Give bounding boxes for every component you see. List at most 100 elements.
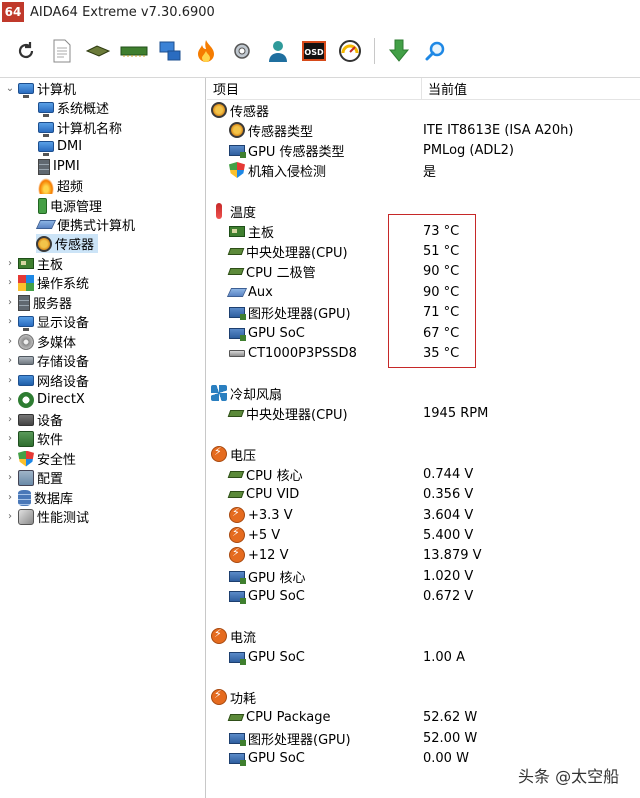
tree-item-overclock[interactable]: 超频 <box>38 176 83 195</box>
expand-icon[interactable]: › <box>4 394 16 406</box>
collapse-icon[interactable]: ⌄ <box>4 83 16 95</box>
expand-icon[interactable]: › <box>4 453 16 465</box>
row-value: 0.672 V <box>423 588 474 604</box>
table-row[interactable]: 中央处理器(CPU) <box>227 241 348 261</box>
tree-item-computer[interactable]: ⌄ 计算机 <box>4 79 76 98</box>
current-icon <box>211 627 227 644</box>
table-row[interactable]: CPU Package <box>227 707 331 727</box>
expand-icon[interactable]: › <box>4 277 16 289</box>
column-header-item[interactable]: 项目 <box>213 79 239 98</box>
tree-item-devices[interactable]: › 设备 <box>4 410 63 429</box>
tree-item-power-management[interactable]: 电源管理 <box>38 196 102 215</box>
expand-icon[interactable]: › <box>4 511 16 523</box>
table-row[interactable]: CPU 核心 <box>227 464 303 484</box>
user-button[interactable] <box>260 33 296 69</box>
table-row[interactable]: GPU SoC <box>229 586 305 606</box>
expand-icon[interactable]: › <box>4 414 16 426</box>
tree-item-storage[interactable]: › 存储设备 <box>4 351 89 370</box>
tree-item-multimedia[interactable]: › 多媒体 <box>4 332 76 351</box>
shield-icon <box>229 162 245 178</box>
table-row[interactable]: GPU SoC <box>229 748 305 768</box>
search-button[interactable] <box>417 33 453 69</box>
tree-item-operating-system[interactable]: › 操作系统 <box>4 273 89 292</box>
tree-item-label: 安全性 <box>37 453 77 468</box>
tree-item-directx[interactable]: › DirectX <box>4 390 85 409</box>
windows-icon <box>18 274 34 291</box>
expand-icon[interactable]: › <box>4 472 16 484</box>
watermark: 头条 @太空船 <box>518 767 620 786</box>
gauge-button[interactable] <box>332 33 368 69</box>
expand-icon[interactable]: › <box>4 336 16 348</box>
table-row[interactable]: 中央处理器(CPU) <box>227 403 348 423</box>
tree-item-sensors[interactable]: 传感器 <box>36 234 99 253</box>
row-label: +3.3 V <box>248 507 293 523</box>
table-row[interactable]: 传感器类型 <box>229 120 313 140</box>
tree-item-label: 系统概述 <box>57 102 110 117</box>
table-row[interactable]: 图形处理器(GPU) <box>229 302 351 322</box>
cpu-icon <box>227 713 245 721</box>
tree-item-ipmi[interactable]: IPMI <box>38 157 80 176</box>
expand-icon[interactable]: › <box>4 258 16 270</box>
tree-item-computer-name[interactable]: 计算机名称 <box>38 118 122 137</box>
temperature-highlight-box <box>388 214 476 368</box>
benchmark-icon <box>18 508 34 525</box>
refresh-button[interactable] <box>8 33 44 69</box>
table-row[interactable]: +12 V <box>229 545 288 565</box>
tree-item-portable-computer[interactable]: 便携式计算机 <box>35 215 135 234</box>
table-row[interactable]: +3.3 V <box>229 505 293 525</box>
table-row[interactable]: CPU 二极管 <box>227 261 316 281</box>
osd-button[interactable]: OSD <box>296 33 332 69</box>
computer-icon <box>38 102 54 117</box>
network-button[interactable] <box>152 33 188 69</box>
tree-item-system-overview[interactable]: 系统概述 <box>38 98 109 117</box>
tree-item-display[interactable]: › 显示设备 <box>4 312 89 331</box>
tree-item-motherboard[interactable]: › 主板 <box>4 254 63 273</box>
section-header-voltage: 电压 <box>211 444 256 464</box>
expand-icon[interactable]: › <box>4 355 16 367</box>
device-icon <box>18 413 34 426</box>
report-button[interactable] <box>44 33 80 69</box>
tree-item-dmi[interactable]: DMI <box>38 137 82 156</box>
section-header-fans: 冷却风扇 <box>211 383 282 403</box>
directx-icon <box>18 391 34 408</box>
tree-item-server[interactable]: › 服务器 <box>4 293 72 312</box>
table-row[interactable]: CT1000P3PSSD8 <box>229 343 357 363</box>
tree-item-network[interactable]: › 网络设备 <box>4 371 89 390</box>
table-row[interactable]: GPU SoC <box>229 323 305 343</box>
overclock-button[interactable] <box>188 33 224 69</box>
row-value: 13.879 V <box>423 547 482 563</box>
tree-item-software[interactable]: › 软件 <box>4 429 63 448</box>
tree-item-label: 多媒体 <box>37 336 77 351</box>
expand-icon[interactable]: › <box>4 297 16 309</box>
table-row[interactable]: GPU 核心 <box>229 566 306 586</box>
table-row[interactable]: CPU VID <box>227 484 299 504</box>
table-row[interactable]: 主板 <box>229 221 274 241</box>
tree-item-security[interactable]: › 安全性 <box>4 449 76 468</box>
update-button[interactable] <box>381 33 417 69</box>
tree-item-database[interactable]: › 数据库 <box>4 488 73 507</box>
table-row[interactable]: 机箱入侵检测 <box>229 160 326 180</box>
table-row[interactable]: Aux <box>226 282 273 302</box>
table-row[interactable]: GPU 传感器类型 <box>229 140 345 160</box>
row-label: 机箱入侵检测 <box>248 164 327 180</box>
expand-icon[interactable]: › <box>4 492 16 504</box>
expand-icon[interactable]: › <box>4 375 16 387</box>
row-label: CPU Package <box>246 709 331 725</box>
tree-item-label: DMI <box>57 139 83 154</box>
sensor-gauge-icon <box>36 235 52 252</box>
motherboard-button[interactable] <box>80 33 116 69</box>
table-row[interactable]: 图形处理器(GPU) <box>229 728 351 748</box>
memory-button[interactable] <box>116 33 152 69</box>
cpu-icon <box>227 409 245 417</box>
tree-item-config[interactable]: › 配置 <box>4 468 63 487</box>
tools-button[interactable] <box>224 33 260 69</box>
tree-item-label: 存储设备 <box>37 355 90 370</box>
table-row[interactable]: GPU SoC <box>229 647 305 667</box>
row-label: +12 V <box>248 547 289 563</box>
computer-icon <box>18 83 34 98</box>
column-header-value[interactable]: 当前值 <box>421 77 467 100</box>
expand-icon[interactable]: › <box>4 433 16 445</box>
tree-item-benchmark[interactable]: › 性能测试 <box>4 507 89 526</box>
table-row[interactable]: +5 V <box>229 525 280 545</box>
expand-icon[interactable]: › <box>4 316 16 328</box>
